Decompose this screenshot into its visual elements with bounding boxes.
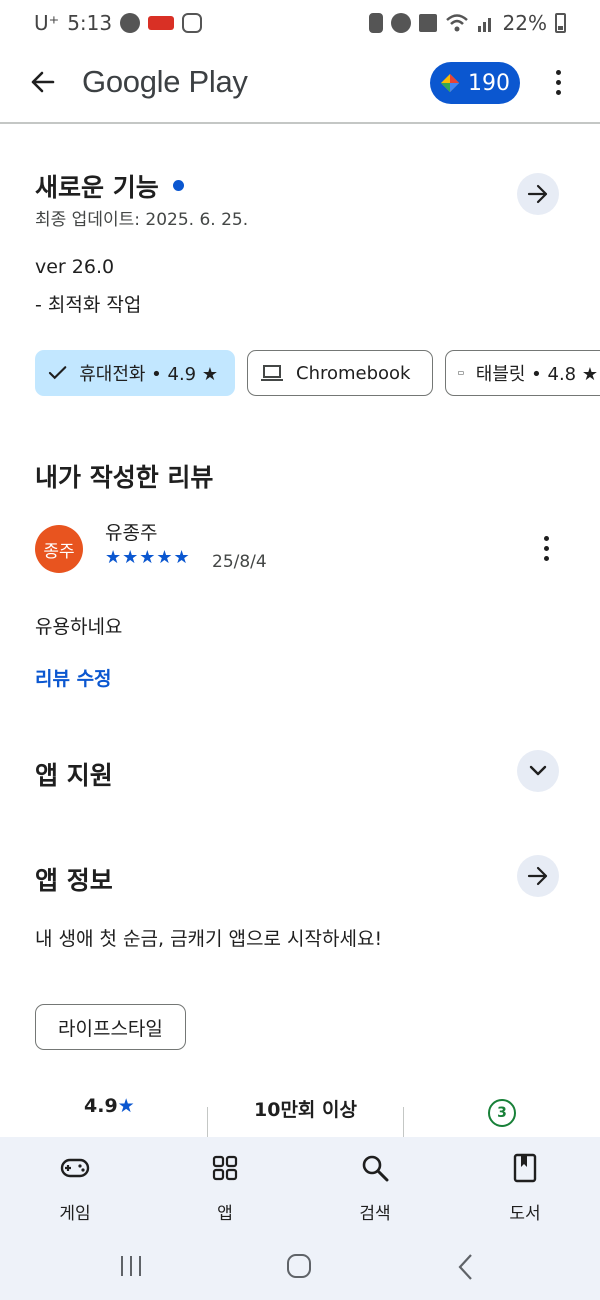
avatar: 종주 — [35, 525, 83, 573]
star-icon: ★ — [117, 1095, 135, 1117]
release-note: - 최적화 작업 — [35, 294, 142, 316]
category-chip[interactable]: 라이프스타일 — [35, 1004, 186, 1050]
stat-downloads: 10만회 이상 — [254, 1099, 357, 1121]
new-indicator-dot — [172, 180, 184, 191]
home-button[interactable] — [286, 1253, 314, 1281]
play-points-count: 190 — [468, 70, 510, 96]
arrow-forward-icon — [527, 184, 548, 204]
review-stars: ★★★★★ — [105, 547, 191, 568]
review-text: 유용하네요 — [35, 616, 123, 638]
back-button[interactable] — [22, 62, 62, 102]
laptop-icon — [261, 365, 283, 381]
chip-tablet[interactable]: 태블릿 • 4.8 ★ — [445, 350, 600, 396]
version-text: ver 26.0 — [35, 256, 115, 278]
chevron-left-icon — [458, 1254, 472, 1280]
app-bar-title: Google Play — [82, 64, 248, 99]
nav-apps[interactable]: 앱 — [165, 1137, 285, 1237]
edit-review-link[interactable]: 리뷰 수정 — [35, 664, 112, 691]
battery-level: 22% — [502, 11, 547, 35]
signal-icon — [477, 18, 491, 32]
nav-search-label: 검색 — [359, 1204, 391, 1224]
chip-chromebook-label: Chromebook — [296, 362, 411, 384]
book-icon — [510, 1153, 540, 1183]
device-filter-chips: 휴대전화 • 4.9 ★ Chromebook 태블릿 • 4.8 ★ — [35, 350, 600, 398]
stat-rating-value: 4.9 — [84, 1095, 118, 1117]
recent-apps-icon — [121, 1256, 141, 1276]
app-notification-icon — [148, 16, 175, 30]
status-bar: U⁺ 5:13 22% — [0, 0, 600, 46]
chip-chromebook[interactable]: Chromebook — [247, 350, 433, 396]
chat-notification-icon — [120, 13, 141, 33]
app-support-title[interactable]: 앱 지원 — [35, 756, 113, 792]
nav-books[interactable]: 도서 — [465, 1137, 585, 1237]
recent-apps-button[interactable] — [118, 1253, 144, 1281]
chip-phone[interactable]: 휴대전화 • 4.9 ★ — [35, 350, 235, 396]
whats-new-arrow-button[interactable] — [517, 173, 559, 215]
chevron-down-icon — [529, 765, 547, 776]
reviewer-name: 유종주 — [105, 522, 158, 544]
play-points-button[interactable]: 190 — [430, 62, 520, 104]
stat-rating: 4.9★ — [84, 1095, 135, 1117]
review-date: 25/8/4 — [212, 552, 267, 572]
instagram-notification-icon — [182, 13, 203, 33]
arrow-forward-icon — [527, 866, 548, 886]
my-review-title: 내가 작성한 리뷰 — [35, 463, 214, 492]
apps-grid-icon — [210, 1153, 240, 1183]
nav-books-label: 도서 — [509, 1204, 541, 1224]
play-points-icon — [441, 74, 459, 92]
chip-tablet-label: 태블릿 • 4.8 ★ — [475, 364, 598, 385]
gamepad-icon — [60, 1153, 90, 1183]
notification-badge-icon — [368, 13, 383, 33]
last-updated: 최종 업데이트: 2025. 6. 25. — [35, 210, 249, 230]
app-support-expand-button[interactable] — [517, 750, 559, 792]
nav-games[interactable]: 게임 — [15, 1137, 135, 1237]
wifi-icon — [445, 14, 468, 32]
nav-search[interactable]: 검색 — [315, 1137, 435, 1237]
system-back-button[interactable] — [456, 1253, 484, 1281]
review-more-button[interactable] — [528, 528, 564, 568]
battery-icon — [555, 13, 566, 33]
check-icon — [48, 366, 67, 380]
bottom-navigation: 게임 앱 검색 도서 — [0, 1137, 600, 1237]
clock: 5:13 — [67, 11, 113, 35]
alarm-icon — [390, 13, 411, 33]
stats-divider — [207, 1107, 208, 1137]
app-stats-row: 4.9★ 10만회 이상 3 — [0, 1095, 600, 1137]
more-options-button[interactable] — [540, 62, 576, 102]
nav-apps-label: 앱 — [217, 1204, 233, 1224]
arrow-back-icon — [31, 71, 55, 93]
app-description: 내 생애 첫 순금, 금캐기 앱으로 시작하세요! — [35, 928, 383, 950]
mute-icon — [418, 14, 437, 32]
stats-divider — [403, 1107, 404, 1137]
app-info-title[interactable]: 앱 정보 — [35, 861, 113, 897]
content-rating-badge: 3 — [488, 1099, 516, 1127]
carrier-label: U⁺ — [34, 11, 60, 35]
chip-phone-label: 휴대전화 • 4.9 ★ — [79, 364, 218, 385]
whats-new-title: 새로운 기능 — [35, 173, 159, 202]
search-icon — [360, 1153, 390, 1183]
nav-games-label: 게임 — [59, 1204, 91, 1224]
system-navigation-bar — [0, 1237, 600, 1300]
home-icon — [287, 1254, 311, 1278]
whats-new-heading[interactable]: 새로운 기능 — [35, 168, 184, 204]
app-info-arrow-button[interactable] — [517, 855, 559, 897]
tablet-icon — [458, 371, 464, 375]
app-bar: Google Play 190 — [0, 46, 600, 124]
